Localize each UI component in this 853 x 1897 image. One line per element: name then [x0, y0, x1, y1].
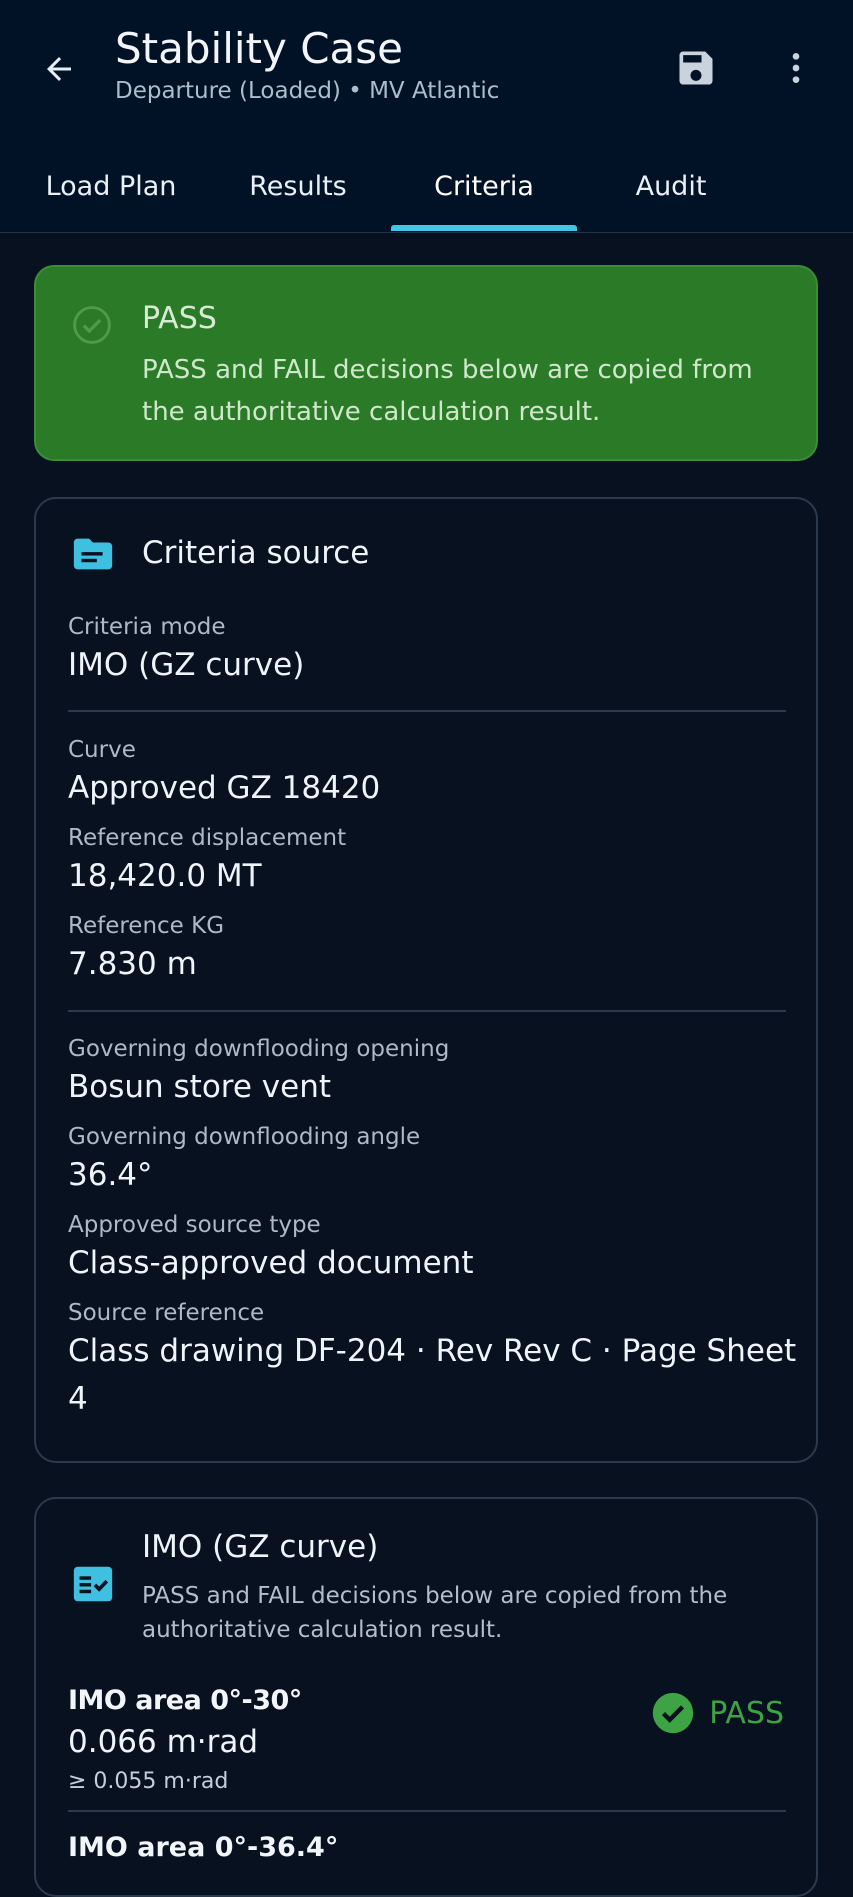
downflooding-angle-label: Governing downflooding angle	[68, 1124, 421, 1150]
criterion-name: IMO area 0°-36.4°	[68, 1832, 339, 1863]
status-text: PASS	[709, 1695, 784, 1731]
divider	[68, 1810, 786, 1812]
downflooding-opening-label: Governing downflooding opening	[68, 1036, 450, 1062]
page-title: Stability Case	[115, 24, 403, 73]
tab-audit[interactable]: Audit	[578, 140, 764, 232]
card-title: IMO (GZ curve)	[142, 1529, 379, 1565]
reference-kg-label: Reference KG	[68, 913, 225, 939]
checklist-icon	[73, 1566, 113, 1602]
back-button[interactable]	[34, 44, 84, 94]
approved-source-type-value: Class-approved document	[68, 1245, 474, 1281]
check-circle-icon	[653, 1692, 694, 1734]
description-icon	[73, 538, 113, 570]
downflooding-angle-value: 36.4°	[68, 1157, 153, 1193]
criteria-source-card: Criteria source Criteria mode IMO (GZ cu…	[34, 497, 818, 1463]
card-subtitle: PASS and FAIL decisions below are copied…	[142, 1583, 728, 1643]
divider	[68, 1010, 786, 1012]
curve-label: Curve	[68, 737, 136, 763]
reference-displacement-label: Reference displacement	[68, 825, 347, 851]
criterion-requirement: ≥ 0.055 m·rad	[68, 1769, 229, 1794]
approved-source-type-label: Approved source type	[68, 1212, 321, 1238]
page-subtitle: Departure (Loaded) • MV Atlantic	[115, 78, 500, 104]
more-options-button[interactable]	[772, 42, 820, 94]
check-circle-outline-icon	[73, 306, 111, 344]
tab-criteria[interactable]: Criteria	[391, 140, 577, 232]
criterion-name: IMO area 0°-30°	[68, 1685, 302, 1716]
divider	[68, 710, 786, 712]
banner-text: PASS and FAIL decisions below are copied…	[142, 355, 753, 427]
more-vert-icon	[792, 53, 800, 83]
app-bar: Stability Case Departure (Loaded) • MV A…	[0, 0, 853, 233]
tab-load-plan[interactable]: Load Plan	[18, 140, 204, 232]
pass-banner: PASS PASS and FAIL decisions below are c…	[34, 265, 818, 461]
arrow-left-icon	[47, 57, 71, 81]
reference-displacement-value: 18,420.0 MT	[68, 858, 262, 894]
downflooding-opening-value: Bosun store vent	[68, 1069, 332, 1105]
active-tab-indicator	[391, 225, 577, 231]
tab-results[interactable]: Results	[205, 140, 391, 232]
reference-kg-value: 7.830 m	[68, 946, 197, 982]
criterion-value: 0.066 m·rad	[68, 1724, 259, 1760]
card-title: Criteria source	[142, 535, 370, 571]
save-icon	[679, 51, 713, 85]
source-reference-value: Class drawing DF-204 · Rev Rev C · Page …	[68, 1333, 797, 1417]
tab-bar: Load Plan Results Criteria Audit	[0, 140, 853, 232]
status-badge: PASS	[651, 1691, 784, 1735]
curve-value: Approved GZ 18420	[68, 770, 381, 806]
banner-title: PASS	[142, 301, 217, 336]
criteria-mode-label: Criteria mode	[68, 614, 226, 640]
criteria-mode-value: IMO (GZ curve)	[68, 647, 305, 683]
source-reference-label: Source reference	[68, 1300, 265, 1326]
imo-criteria-card: IMO (GZ curve) PASS and FAIL decisions b…	[34, 1497, 818, 1897]
save-button[interactable]	[670, 42, 722, 94]
